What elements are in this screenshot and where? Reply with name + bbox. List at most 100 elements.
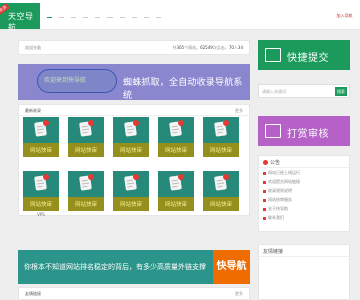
card-label-band: 网站快审 [113,143,149,157]
card-thumbnail [113,117,149,143]
notice-item[interactable]: 网站已经上线运行 [263,170,300,179]
card-thumbnail [203,171,239,197]
notice-icon [263,160,268,165]
bullet-icon [263,189,266,193]
submit-icon [265,48,281,62]
card-label: 网站快审 [209,148,232,154]
site-card[interactable]: 网站快审 [203,171,239,219]
card-label-band: 网站快审 [23,197,59,211]
hero-banner[interactable]: 欢迎来到快导航 蜘蛛抓取，全自动收录导航系统 [18,64,250,101]
main-nav [47,12,161,20]
notice-title-text: 公告 [270,160,281,166]
quick-submit-label: 快捷提交 [287,53,329,64]
site-card[interactable]: 网站快审 VPS [23,171,59,219]
bullet-icon [263,216,266,220]
bullet-icon [263,180,266,184]
site-card[interactable]: 网站快审 [113,117,149,165]
notice-item-text: 关于快导航 [268,206,288,211]
card-label-band: 网站快审 [203,197,239,211]
side-links-divider [259,256,349,257]
reward-review-button[interactable]: 打赏审核 [258,116,350,146]
panel-more-link[interactable]: 更多 [235,108,243,114]
notice-item[interactable]: 欢迎提交网站链接 [263,179,300,188]
site-card[interactable]: 网站快审 [158,171,194,219]
notice-item-text: 欢迎提交网站链接 [268,179,300,184]
card-label: 网站快审 [119,202,142,208]
card-label: 网站快审 [164,148,187,154]
card-thumbnail [158,117,194,143]
ad-banner[interactable]: 你根本不知道网站排名稳定的背后，有多少高质量外链支撑 快导航 [18,250,250,284]
badge-icon [43,174,49,180]
notice-item[interactable]: 关于快导航 [263,206,300,215]
badge-icon [223,174,229,180]
nav-item[interactable] [143,12,149,18]
card-label-band: 网站快审 [158,197,194,211]
ad-banner-logo: 快导航 [213,250,250,284]
stat-value: 62549 [200,45,213,50]
site-card[interactable]: 网站快审 [113,171,149,219]
nav-item[interactable] [59,12,65,18]
badge-icon [133,174,139,180]
friend-links-bar: 友情链接 更多 [18,287,250,300]
site-card[interactable]: 网站快审 [68,171,104,219]
top-header: 收录 天空导航 加入导航 [0,0,360,32]
card-label-band: 网站快审 [158,143,194,157]
site-card[interactable]: 网站快审 [68,117,104,165]
nav-item[interactable] [107,12,113,18]
logo-text: 天空导航 [8,12,34,32]
reward-icon [265,124,281,138]
card-label-band: 网站快审 [23,143,59,157]
friend-links-more[interactable]: 更多 [235,291,243,297]
card-thumbnail [23,117,59,143]
badge-icon [88,120,94,126]
notice-divider [259,167,349,168]
stats-bar: 欢迎光临 共305个网站，62549次点击，70人34 [18,40,250,55]
notice-item-text: 收录规则说明 [268,188,292,193]
nav-item[interactable] [83,12,89,18]
badge-icon [88,174,94,180]
quick-submit-button[interactable]: 快捷提交 [258,40,350,70]
site-logo[interactable]: 收录 天空导航 [0,3,40,32]
stat-text: 次点击， [212,45,229,50]
site-stats: 共305个网站，62549次点击，70人34 [172,45,243,51]
card-thumbnail [158,171,194,197]
search-button[interactable]: 搜索 [335,87,347,96]
site-card[interactable]: 网站快审 [203,117,239,165]
friend-links-title: 友情链接 [25,291,41,296]
stat-value: 34 [237,45,243,50]
card-label: 网站快审 [164,202,187,208]
card-label-band: 网站快审 [68,143,104,157]
card-label: 网站快审 [74,202,97,208]
notice-panel: 公告 网站已经上线运行 欢迎提交网站链接 收录规则说明网站快审服务 关于快导航联系我们 [258,155,350,232]
card-label: 网站快审 [29,148,52,154]
site-card[interactable]: 网站快审 [23,117,59,165]
banner-slogan: 蜘蛛抓取，全自动收录导航系统 [123,78,243,101]
bullet-icon [263,198,266,202]
page: 收录 天空导航 加入导航 欢迎光临 共305个网站，62549次点击，70人34 [0,0,360,300]
notice-item-text: 联系我们 [268,215,284,220]
card-thumbnail [23,171,59,197]
nav-item[interactable] [155,12,161,18]
nav-item[interactable] [95,12,101,18]
nav-item[interactable] [47,12,53,18]
card-label: 网站快审 [29,202,52,208]
join-button[interactable]: 加入导航 [329,8,360,24]
nav-item[interactable] [71,12,77,18]
nav-item[interactable] [119,12,125,18]
reward-review-label: 打赏审核 [287,129,329,140]
search-input[interactable]: 请输入关键词 [262,89,286,95]
bullet-icon [263,207,266,211]
site-card[interactable]: 网站快审 [158,117,194,165]
notice-item[interactable]: 网站快审服务 [263,197,300,206]
notice-item[interactable]: 联系我们 [263,215,300,224]
card-thumbnail [68,171,104,197]
stat-value: 305 [176,45,185,50]
nav-item[interactable] [131,12,137,18]
notice-item-text: 网站已经上线运行 [268,170,300,175]
latest-sites-panel: 最新收录 更多 网站快审 网站快审 网站快审 网站快审 网站快审 网站快审 VPS 网站快审网… [18,104,250,219]
notice-item[interactable]: 收录规则说明 [263,188,300,197]
card-thumbnail [203,117,239,143]
ad-banner-text: 你根本不知道网站排名稳定的背后，有多少高质量外链支撑 [24,263,206,271]
site-card-grid: 网站快审 网站快审 网站快审 网站快审 网站快审 网站快审 VPS 网站快审 网站快审 网站快审网… [23,117,239,219]
banner-pill-text: 欢迎来到快导航 [44,77,87,84]
